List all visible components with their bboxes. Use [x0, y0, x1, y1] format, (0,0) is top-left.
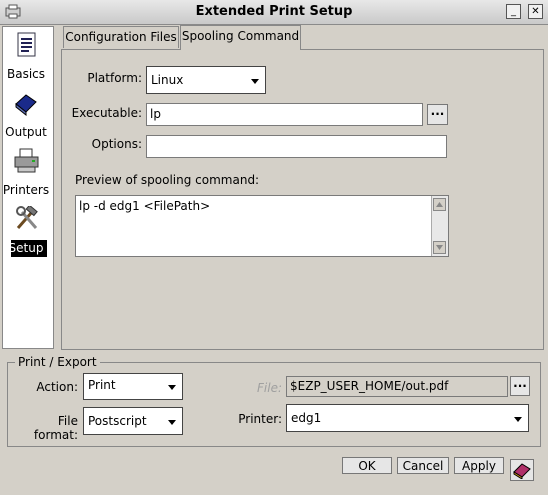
- platform-value: Linux: [151, 73, 184, 87]
- window-title: Extended Print Setup: [195, 4, 353, 19]
- chevron-down-icon: [168, 385, 176, 390]
- executable-label: Executable:: [71, 106, 142, 120]
- chevron-down-icon: [168, 420, 176, 425]
- scroll-down-icon[interactable]: [433, 241, 446, 254]
- help-book-icon: [513, 463, 531, 480]
- chevron-down-icon: [514, 417, 522, 422]
- scroll-up-icon[interactable]: [433, 198, 446, 211]
- file-format-select[interactable]: Postscript: [83, 407, 183, 435]
- file-format-value: Postscript: [88, 414, 147, 428]
- preview-label: Preview of spooling command:: [75, 173, 260, 187]
- printer-value: edg1: [291, 411, 322, 425]
- preview-text: lp -d edg1 <FilePath>: [79, 199, 211, 213]
- file-format-label: File format:: [33, 414, 78, 442]
- preview-textarea[interactable]: lp -d edg1 <FilePath>: [75, 195, 449, 257]
- printer-icon[interactable]: [14, 148, 39, 173]
- sidebar-item-basics[interactable]: Basics: [2, 67, 50, 81]
- ok-button[interactable]: OK: [342, 457, 392, 474]
- sidebar-item-output[interactable]: Output: [2, 125, 50, 139]
- book-icon[interactable]: [14, 92, 38, 117]
- platform-select[interactable]: Linux: [146, 66, 266, 94]
- active-tab-join: [181, 48, 300, 50]
- executable-input[interactable]: lp: [146, 103, 423, 126]
- document-icon[interactable]: [14, 32, 38, 57]
- action-select[interactable]: Print: [83, 373, 183, 400]
- executable-browse-button[interactable]: ...: [427, 104, 448, 125]
- platform-label: Platform:: [87, 71, 142, 85]
- sidebar-item-setup[interactable]: Setup: [2, 241, 50, 255]
- file-label: File:: [257, 381, 282, 395]
- help-button[interactable]: [510, 459, 534, 481]
- tab-spooling-command[interactable]: Spooling Command: [180, 25, 301, 49]
- printer-label: Printer:: [238, 412, 282, 426]
- options-input[interactable]: [146, 135, 447, 158]
- action-value: Print: [88, 378, 116, 392]
- cancel-button[interactable]: Cancel: [397, 457, 449, 474]
- print-export-title: Print / Export: [15, 355, 100, 369]
- options-label: Options:: [91, 137, 142, 151]
- minimize-button[interactable]: _: [506, 4, 521, 19]
- sidebar-item-printers[interactable]: Printers: [2, 183, 50, 197]
- tools-icon[interactable]: [14, 204, 38, 230]
- file-browse-button[interactable]: ...: [510, 376, 530, 396]
- tab-configuration-files[interactable]: Configuration Files: [63, 26, 179, 48]
- apply-button[interactable]: Apply: [454, 457, 504, 474]
- printer-select[interactable]: edg1: [286, 404, 529, 432]
- file-input: $EZP_USER_HOME/out.pdf: [286, 376, 508, 397]
- chevron-down-icon: [251, 79, 259, 84]
- title-bar: Extended Print Setup _ ✕: [0, 0, 548, 25]
- close-button[interactable]: ✕: [528, 4, 543, 19]
- action-label: Action:: [36, 380, 78, 394]
